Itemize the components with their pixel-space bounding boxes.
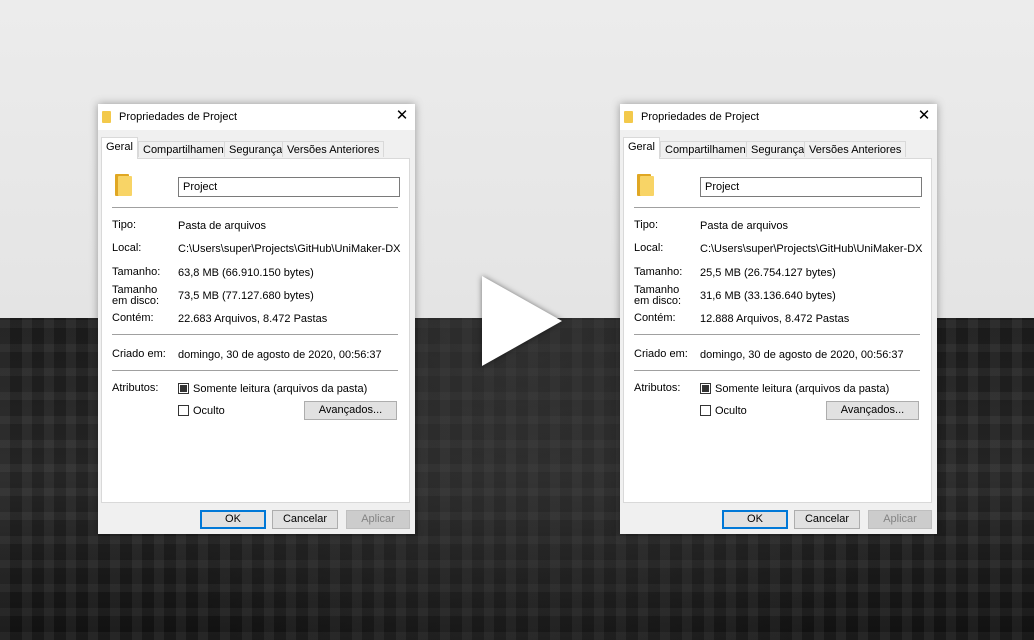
- folder-icon: [637, 174, 654, 196]
- titlebar: Propriedades de Project ✕: [620, 104, 937, 130]
- tamanho-label: Tamanho:: [112, 266, 161, 278]
- dialog-body: Geral Compartilhamento Segurança Versões…: [620, 130, 937, 534]
- tamanho-value: 25,5 MB (26.754.127 bytes): [700, 267, 836, 279]
- titlebar: Propriedades de Project ✕: [98, 104, 415, 130]
- separator: [634, 207, 920, 208]
- criado-label: Criado em:: [634, 348, 688, 360]
- avancados-button[interactable]: Avançados...: [304, 401, 397, 420]
- cancel-button[interactable]: Cancelar: [272, 510, 338, 529]
- somente-leitura-checkbox[interactable]: [700, 383, 711, 394]
- cancel-button[interactable]: Cancelar: [794, 510, 860, 529]
- ok-button[interactable]: OK: [722, 510, 788, 529]
- tab-compartilhamento[interactable]: Compartilhamento: [660, 141, 760, 157]
- somente-leitura-checkbox[interactable]: [178, 383, 189, 394]
- folder-name-input[interactable]: [178, 177, 400, 197]
- separator: [112, 207, 398, 208]
- play-arrow-icon: [482, 276, 562, 366]
- dialog-body: Geral Compartilhamento Segurança Versões…: [98, 130, 415, 534]
- contem-label: Contém:: [634, 312, 676, 324]
- local-value: C:\Users\super\Projects\GitHub\UniMaker-…: [178, 243, 401, 255]
- apply-button[interactable]: Aplicar: [868, 510, 932, 529]
- criado-value: domingo, 30 de agosto de 2020, 00:56:37: [700, 349, 904, 361]
- folder-icon: [102, 111, 111, 123]
- tamanho-disco-label: Tamanho em disco:: [634, 284, 682, 307]
- close-icon[interactable]: ✕: [394, 107, 410, 125]
- tab-seguranca[interactable]: Segurança: [224, 141, 288, 157]
- contem-label: Contém:: [112, 312, 154, 324]
- separator: [634, 334, 920, 335]
- close-icon[interactable]: ✕: [916, 107, 932, 125]
- criado-label: Criado em:: [112, 348, 166, 360]
- oculto-label[interactable]: Oculto: [193, 405, 225, 417]
- tab-seguranca[interactable]: Segurança: [746, 141, 810, 157]
- avancados-button[interactable]: Avançados...: [826, 401, 919, 420]
- ok-button[interactable]: OK: [200, 510, 266, 529]
- tamanho-label: Tamanho:: [634, 266, 683, 278]
- tipo-value: Pasta de arquivos: [178, 220, 267, 232]
- tab-page-geral: Tipo: Pasta de arquivos Local: C:\Users\…: [101, 158, 410, 503]
- tipo-value: Pasta de arquivos: [700, 220, 789, 232]
- separator: [112, 334, 398, 335]
- tab-page-geral: Tipo: Pasta de arquivos Local: C:\Users\…: [623, 158, 932, 503]
- tamanho-value: 63,8 MB (66.910.150 bytes): [178, 267, 314, 279]
- contem-value: 22.683 Arquivos, 8.472 Pastas: [178, 313, 328, 325]
- window-title: Propriedades de Project: [641, 111, 760, 123]
- oculto-checkbox[interactable]: [178, 405, 189, 416]
- atributos-label: Atributos:: [112, 382, 159, 394]
- atributos-label: Atributos:: [634, 382, 681, 394]
- properties-dialog-before: Propriedades de Project ✕ Geral Comparti…: [98, 104, 415, 534]
- tamanho-disco-value: 31,6 MB (33.136.640 bytes): [700, 290, 836, 302]
- tipo-label: Tipo:: [634, 219, 659, 231]
- criado-value: domingo, 30 de agosto de 2020, 00:56:37: [178, 349, 382, 361]
- tab-geral[interactable]: Geral: [101, 137, 138, 159]
- tab-versoes-anteriores[interactable]: Versões Anteriores: [282, 141, 385, 157]
- tab-geral[interactable]: Geral: [623, 137, 660, 159]
- somente-leitura-label[interactable]: Somente leitura (arquivos da pasta): [715, 383, 889, 395]
- separator: [112, 370, 398, 371]
- folder-name-input[interactable]: [700, 177, 922, 197]
- window-title: Propriedades de Project: [119, 111, 238, 123]
- contem-value: 12.888 Arquivos, 8.472 Pastas: [700, 313, 850, 325]
- tab-compartilhamento[interactable]: Compartilhamento: [138, 141, 238, 157]
- oculto-label[interactable]: Oculto: [715, 405, 747, 417]
- oculto-checkbox[interactable]: [700, 405, 711, 416]
- local-label: Local:: [634, 242, 664, 254]
- folder-icon: [115, 174, 132, 196]
- local-value: C:\Users\super\Projects\GitHub\UniMaker-…: [700, 243, 923, 255]
- local-label: Local:: [112, 242, 142, 254]
- folder-icon: [624, 111, 633, 123]
- tamanho-disco-value: 73,5 MB (77.127.680 bytes): [178, 290, 314, 302]
- tamanho-disco-label: Tamanho em disco:: [112, 284, 160, 307]
- properties-dialog-after: Propriedades de Project ✕ Geral Comparti…: [620, 104, 937, 534]
- somente-leitura-label[interactable]: Somente leitura (arquivos da pasta): [193, 383, 367, 395]
- tab-versoes-anteriores[interactable]: Versões Anteriores: [804, 141, 907, 157]
- apply-button[interactable]: Aplicar: [346, 510, 410, 529]
- separator: [634, 370, 920, 371]
- tipo-label: Tipo:: [112, 219, 137, 231]
